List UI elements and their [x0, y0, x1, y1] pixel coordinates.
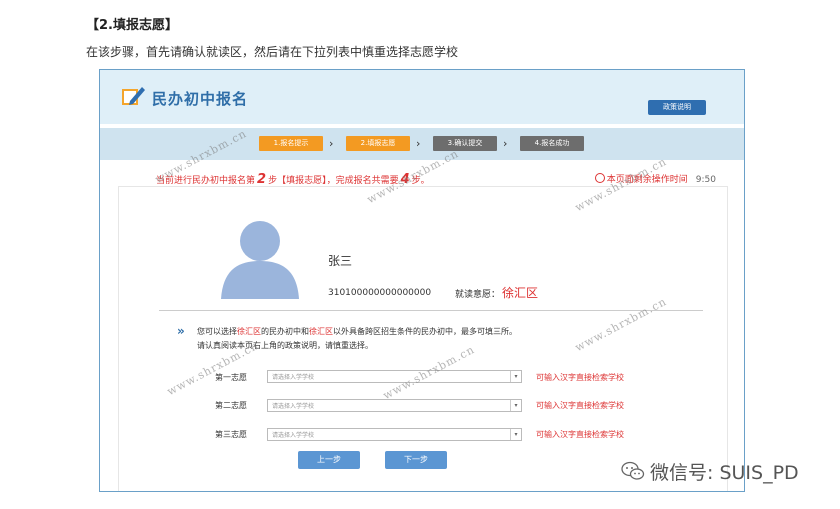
form-panel: 张三 310100000000000000 就读意愿： 徐汇区 » 您可以选择徐…: [118, 186, 728, 491]
policy-button[interactable]: 政策说明: [648, 100, 706, 115]
article-heading: 【2.填报志愿】: [86, 18, 178, 33]
choice-3-select[interactable]: 请选择入学学校 ▾: [267, 428, 522, 441]
clock-icon: [594, 173, 605, 183]
chevron-down-icon[interactable]: ▾: [510, 371, 521, 382]
step-4: 4.报名成功: [520, 136, 584, 151]
student-id-number: 310100000000000000: [328, 288, 432, 298]
choice-2-label: 第二志愿: [215, 401, 247, 410]
notice-line-1: 您可以选择徐汇区的民办初中和徐汇区以外具备跨区招生条件的民办初中，最多可填三所。: [197, 327, 517, 336]
choice-1-select[interactable]: 请选择入学学校 ▾: [267, 370, 522, 383]
article-subtext: 在该步骤，首先请确认就读区，然后请在下拉列表中慎重选择志愿学校: [86, 45, 459, 59]
step-2: 2.填报志愿: [346, 136, 410, 151]
chevron-down-icon[interactable]: ▾: [510, 400, 521, 411]
screenshot-frame: 民办初中报名 政策说明 1.报名提示 › 2.填报志愿 › 3.确认提交 › 4…: [99, 69, 745, 492]
chevron-down-icon[interactable]: ▾: [510, 429, 521, 440]
wechat-caption: 微信号: SUIS_PD: [650, 462, 799, 484]
prev-step-button[interactable]: 上一步: [298, 451, 360, 469]
pencil-notebook-icon: [122, 87, 145, 105]
timer-value: 9:50: [695, 175, 716, 185]
step-arrow-icon: ›: [503, 137, 508, 150]
choice-2-hint: 可输入汉字直接检索学校: [536, 401, 624, 410]
step-3: 3.确认提交: [433, 136, 497, 151]
avatar-placeholder-icon: [221, 221, 299, 299]
choice-3-hint: 可输入汉字直接检索学校: [536, 430, 624, 439]
district-label: 就读意愿：: [455, 290, 501, 300]
choice-1-label: 第一志愿: [215, 373, 247, 382]
student-name: 张三: [328, 254, 353, 268]
step-1: 1.报名提示: [259, 136, 323, 151]
double-chevron-icon: »: [177, 324, 185, 338]
district-value: 徐汇区: [502, 286, 539, 300]
header-bar: 民办初中报名 政策说明: [100, 70, 744, 124]
choice-3-label: 第三志愿: [215, 430, 247, 439]
divider: [159, 310, 703, 311]
choice-2-select[interactable]: 请选择入学学校 ▾: [267, 399, 522, 412]
wechat-icon: [621, 461, 645, 480]
step-arrow-icon: ›: [416, 137, 421, 150]
step-arrow-icon: ›: [329, 137, 334, 150]
site-logo-text: 民办初中报名: [152, 90, 249, 108]
choice-1-hint: 可输入汉字直接检索学校: [536, 373, 624, 382]
notice-line-2: 请认真阅读本页右上角的政策说明，请慎重选择。: [197, 341, 373, 350]
next-step-button[interactable]: 下一步: [385, 451, 447, 469]
current-step-number: 2: [257, 172, 267, 187]
